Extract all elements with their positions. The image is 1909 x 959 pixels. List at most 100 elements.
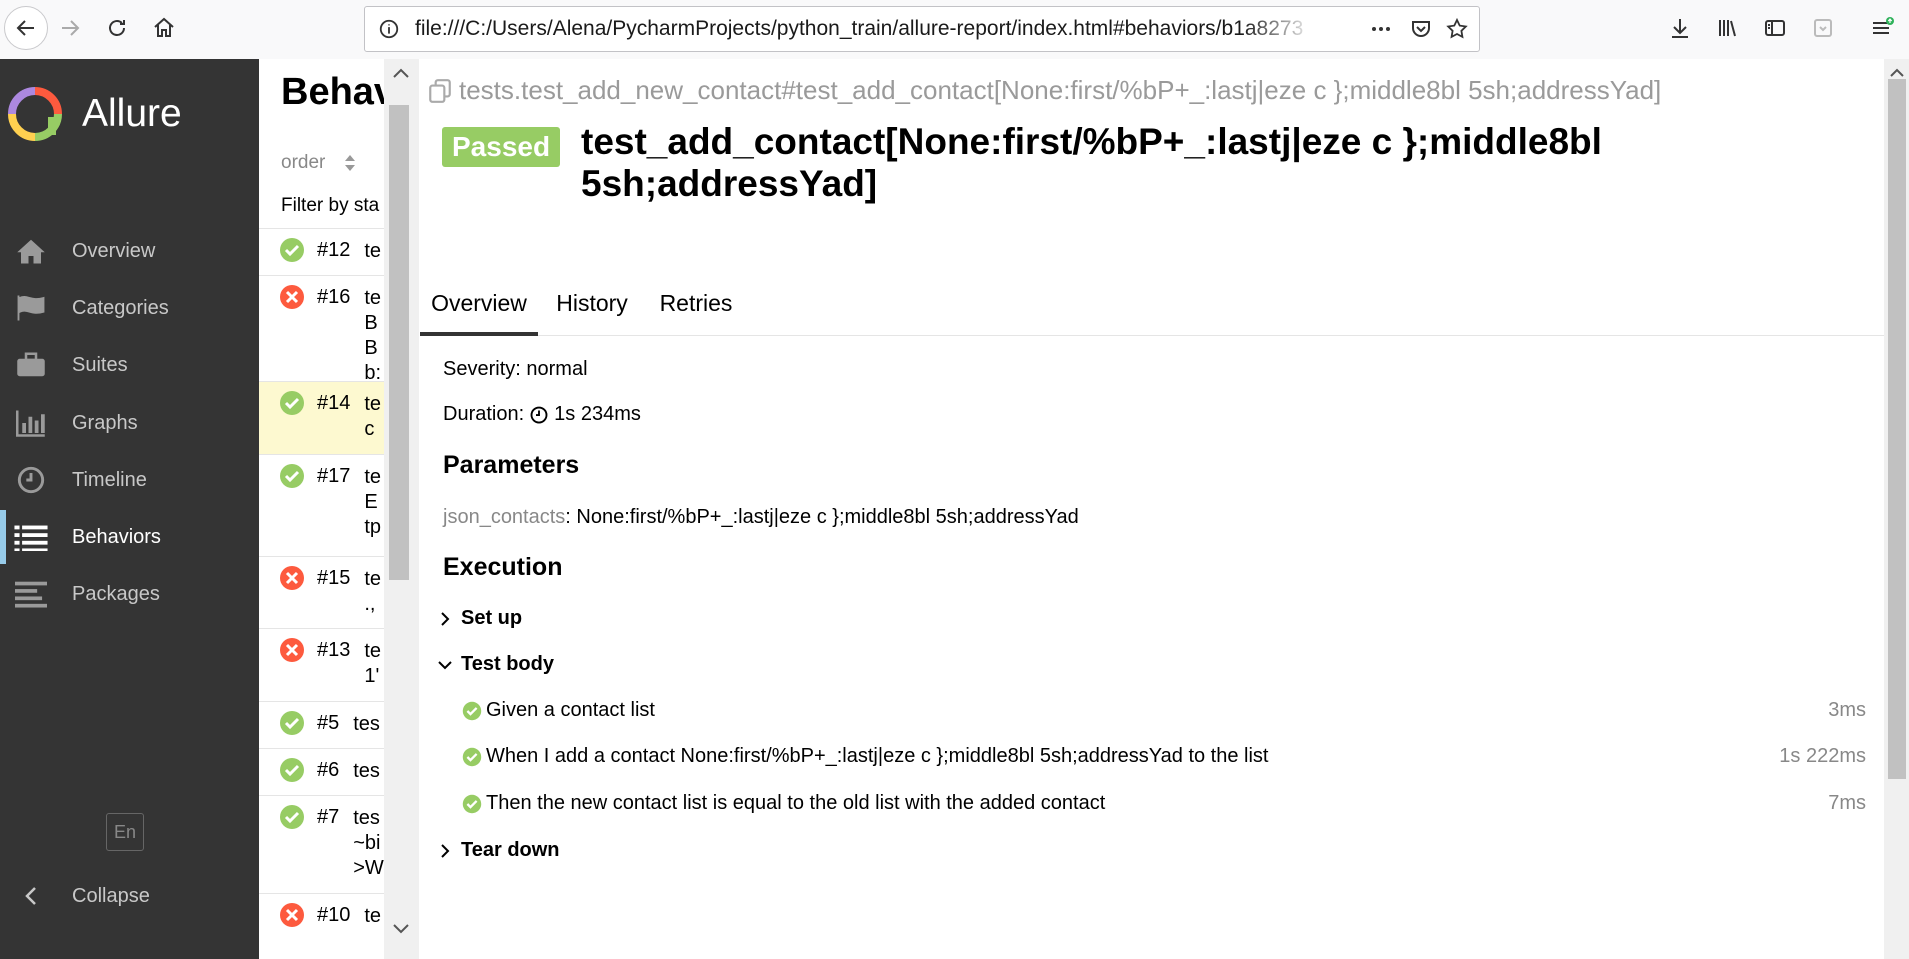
- tree-row[interactable]: #6 tes: [259, 748, 384, 796]
- row-number: #5: [317, 712, 340, 734]
- tree-row[interactable]: #12 te: [259, 228, 384, 276]
- info-icon[interactable]: [375, 15, 403, 43]
- step-row[interactable]: Then the new contact list is equal to th…: [462, 792, 1866, 815]
- nav-label: Overview: [72, 239, 156, 262]
- parameter-key: json_contacts: [443, 506, 566, 528]
- menu-button[interactable]: [1862, 8, 1902, 48]
- row-number: #13: [317, 639, 351, 661]
- bookmark-star-icon[interactable]: [1441, 13, 1473, 45]
- tree-row[interactable]: #15 te .,: [259, 556, 384, 629]
- failed-status-icon: [280, 566, 304, 590]
- nav-suites[interactable]: Suites: [0, 338, 259, 392]
- row-name: tes ~bi >W: [353, 807, 384, 879]
- row-name: te c: [364, 393, 382, 440]
- library-button[interactable]: [1708, 8, 1748, 48]
- tree-scrollbar[interactable]: [384, 59, 419, 959]
- chevron-left-icon: [14, 885, 48, 907]
- language-switcher[interactable]: En: [106, 813, 144, 851]
- nav-label: Suites: [72, 353, 128, 376]
- reload-icon: [109, 20, 125, 36]
- step-row[interactable]: When I add a contact None:first/%bP+_:la…: [462, 745, 1866, 768]
- row-number: #14: [317, 392, 351, 414]
- nav-behaviors[interactable]: Behaviors: [0, 510, 259, 564]
- scroll-up-icon[interactable]: [391, 67, 411, 81]
- nav-categories[interactable]: Categories: [0, 281, 259, 335]
- row-name: tes: [353, 713, 380, 735]
- download-icon: [1672, 19, 1688, 38]
- home-icon: [14, 236, 48, 266]
- scroll-up-icon[interactable]: [1889, 67, 1905, 79]
- scrollbar-thumb[interactable]: [1888, 79, 1906, 779]
- step-text: Given a contact list: [486, 699, 655, 721]
- nav-timeline[interactable]: Timeline: [0, 453, 259, 507]
- home-button[interactable]: [144, 8, 184, 48]
- reload-button[interactable]: [97, 8, 137, 48]
- nav-packages[interactable]: Packages: [0, 567, 259, 621]
- allure-logo-icon: [8, 87, 62, 141]
- row-number: #17: [317, 465, 351, 487]
- pocket-icon[interactable]: [1405, 13, 1437, 45]
- behaviors-tree-pane: Behav order Filter by sta #12 te #16 te …: [259, 59, 385, 959]
- order-label: order: [281, 152, 326, 173]
- collapse-button[interactable]: Collapse: [0, 871, 259, 921]
- row-name: te .,: [364, 568, 382, 615]
- passed-status-icon: [280, 238, 304, 262]
- step-row[interactable]: Given a contact list 3ms: [462, 699, 1866, 722]
- pocket-list-button[interactable]: [1803, 8, 1843, 48]
- tree-row[interactable]: #7 tes ~bi >W: [259, 795, 384, 894]
- duration-label: Duration:: [443, 403, 525, 425]
- tree-row[interactable]: #14 te c: [259, 381, 384, 455]
- teardown-stage[interactable]: Tear down: [437, 839, 560, 862]
- test-result-pane: tests.test_add_new_contact#test_add_cont…: [419, 59, 1884, 959]
- passed-status-icon: [462, 701, 482, 720]
- tab-overview[interactable]: Overview: [420, 275, 538, 336]
- home-icon: [154, 17, 174, 37]
- tabs: Overview History Retries: [420, 275, 1884, 336]
- url-text[interactable]: file:///C:/Users/Alena/PycharmProjects/p…: [415, 17, 1315, 41]
- pocket-list-icon: [1814, 19, 1832, 37]
- parameter-row: json_contacts: None:first/%bP+_:lastj|ez…: [443, 506, 1079, 529]
- nav-graphs[interactable]: Graphs: [0, 396, 259, 450]
- failed-status-icon: [280, 285, 304, 309]
- url-bar[interactable]: file:///C:/Users/Alena/PycharmProjects/p…: [364, 6, 1480, 52]
- step-duration: 1s 222ms: [1779, 745, 1866, 767]
- failed-status-icon: [280, 903, 304, 927]
- test-body-stage[interactable]: Test body: [437, 653, 554, 676]
- page-title: Behav: [281, 71, 385, 113]
- tree-row[interactable]: #13 te 1': [259, 628, 384, 702]
- forward-button[interactable]: [50, 8, 90, 48]
- passed-status-icon: [280, 805, 304, 829]
- downloads-button[interactable]: [1660, 8, 1700, 48]
- sidebar-toggle-button[interactable]: [1755, 8, 1795, 48]
- scrollbar-thumb[interactable]: [389, 105, 409, 580]
- tab-history[interactable]: History: [542, 275, 642, 332]
- tree-row[interactable]: #10 te: [259, 893, 384, 941]
- sort-order[interactable]: order: [281, 152, 357, 174]
- chevron-down-icon: [438, 660, 452, 669]
- copy-icon[interactable]: [427, 78, 453, 104]
- tree-row[interactable]: #5 tes: [259, 701, 384, 749]
- back-button[interactable]: [4, 6, 48, 50]
- tree-row[interactable]: #17 te E tp: [259, 454, 384, 557]
- nav-overview[interactable]: Overview: [0, 224, 259, 278]
- page-actions-icon[interactable]: [1365, 13, 1397, 45]
- duration: Duration: 1s 234ms: [443, 403, 641, 426]
- test-title: test_add_contact[None:first/%bP+_:lastj|…: [581, 121, 1602, 204]
- main-scrollbar[interactable]: [1884, 59, 1909, 959]
- chevron-right-icon: [441, 843, 450, 858]
- passed-status-icon: [462, 747, 482, 766]
- passed-status-icon: [462, 794, 482, 813]
- sidebar-icon: [1765, 20, 1785, 36]
- arrow-left-icon: [16, 20, 34, 36]
- scroll-down-icon[interactable]: [391, 921, 411, 935]
- row-number: #15: [317, 567, 351, 589]
- passed-status-icon: [280, 391, 304, 415]
- collapse-label: Collapse: [72, 884, 150, 907]
- tree-row[interactable]: #16 te B B b:: [259, 275, 384, 382]
- row-name: te E tp: [364, 466, 382, 538]
- brand[interactable]: Allure: [8, 87, 182, 141]
- tab-retries[interactable]: Retries: [648, 275, 744, 332]
- list-icon: [14, 522, 48, 552]
- allure-sidebar: Allure Overview Categories Suites Graphs…: [0, 59, 259, 959]
- setup-stage[interactable]: Set up: [437, 607, 522, 630]
